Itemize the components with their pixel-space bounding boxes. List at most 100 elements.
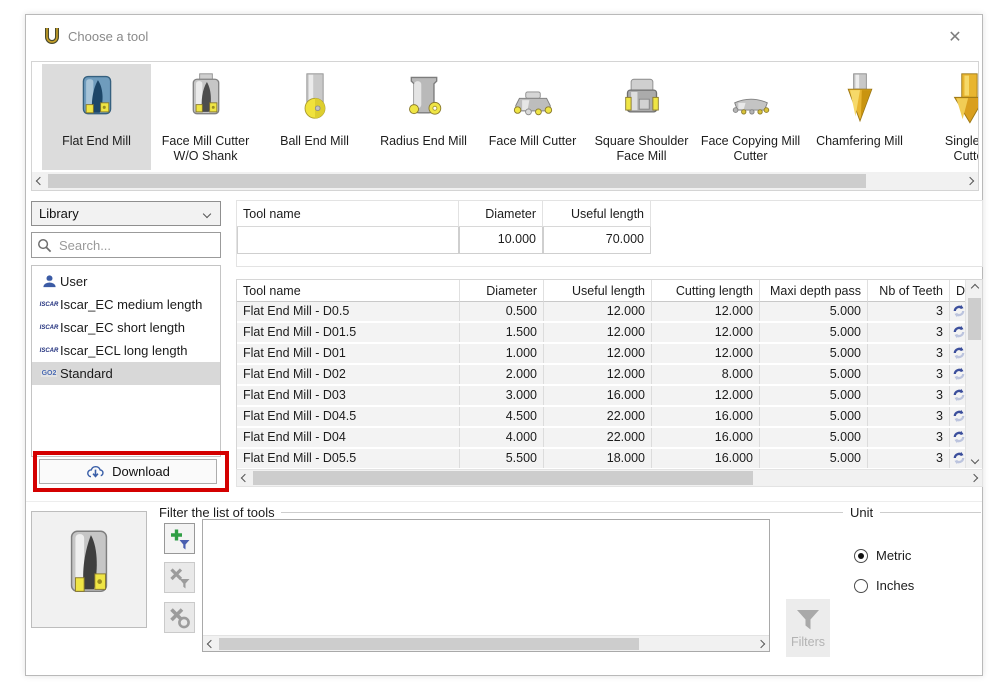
section-divider (26, 501, 982, 502)
tool-type-face-mill-wo-shank[interactable]: Face Mill Cutter W/O Shank (151, 64, 260, 170)
scroll-left-icon[interactable] (203, 635, 219, 653)
criteria-useful-length-value[interactable]: 70.000 (543, 227, 651, 254)
table-row[interactable]: Flat End Mill - D04 4.000 22.000 16.000 … (237, 428, 982, 449)
library-item-label: Iscar_EC short length (60, 320, 185, 335)
tool-type-items: Flat End Mill Face Mill Cutter W/O Shank… (32, 64, 978, 170)
col-maxi-depth-pass[interactable]: Maxi depth pass (759, 280, 867, 302)
unit-option-inches[interactable]: Inches (854, 578, 914, 593)
tool-type-square-shoulder-face-mill[interactable]: Square Shoulder Face Mill (587, 64, 696, 170)
tool-type-face-copying-mill-cutter[interactable]: Face Copying Mill Cutter (696, 64, 805, 170)
strip-scroll-left-icon[interactable] (32, 172, 48, 190)
selected-tool-preview-image (58, 527, 120, 613)
scroll-up-icon[interactable] (966, 280, 983, 296)
filter-list[interactable] (202, 519, 770, 652)
remove-filter-button[interactable] (164, 562, 195, 593)
cell-teeth: 3 (867, 428, 949, 447)
library-item-label: Iscar_ECL long length (60, 343, 187, 358)
filters-button[interactable]: Filters (786, 599, 830, 657)
tool-type-single-angle-cutter[interactable]: Single-ACutte (914, 64, 978, 170)
go2-logo-icon: GO2 (38, 370, 60, 377)
tool-type-label: Chamfering Mill (805, 134, 914, 149)
col-tool-name[interactable]: Tool name (237, 280, 459, 302)
scroll-right-icon[interactable] (753, 635, 769, 653)
rotation-direction-icon (949, 449, 965, 468)
download-label: Download (112, 464, 170, 479)
cell-tool-name: Flat End Mill - D02 (237, 365, 459, 384)
tool-type-chamfering-mill[interactable]: Chamfering Mill (805, 64, 914, 170)
cell-cutting: 12.000 (651, 344, 759, 363)
title-bar[interactable]: Choose a tool ✕ (26, 15, 982, 59)
criteria-header-useful-length: Useful length (543, 201, 651, 227)
table-vertical-scrollbar[interactable] (965, 280, 982, 468)
search-input[interactable] (57, 237, 207, 254)
radio-unselected-icon[interactable] (854, 579, 868, 593)
library-item-user[interactable]: User (32, 270, 220, 293)
criteria-header-diameter: Diameter (459, 201, 543, 227)
criteria-diameter-value[interactable]: 10.000 (459, 227, 543, 254)
library-item-standard[interactable]: GO2 Standard (32, 362, 220, 385)
close-icon[interactable]: ✕ (942, 25, 968, 49)
col-diameter[interactable]: Diameter (459, 280, 543, 302)
scroll-right-icon[interactable] (966, 469, 982, 487)
cell-tool-name: Flat End Mill - D0.5 (237, 302, 459, 321)
ball-end-mill-icon (260, 66, 369, 132)
screenshot-canvas: Choose a tool ✕ Flat End Mill Face Mill … (0, 0, 1007, 690)
scroll-down-icon[interactable] (966, 452, 983, 468)
table-row[interactable]: Flat End Mill - D04.5 4.500 22.000 16.00… (237, 407, 982, 428)
table-row[interactable]: Flat End Mill - D01 1.000 12.000 12.000 … (237, 344, 982, 365)
unit-option-label: Inches (876, 578, 914, 593)
library-item-iscar-ecl-long[interactable]: ISCAR Iscar_ECL long length (32, 339, 220, 362)
criteria-tool-name-input[interactable] (244, 227, 452, 253)
scroll-left-icon[interactable] (237, 469, 253, 487)
strip-scroll-thumb[interactable] (48, 174, 866, 188)
tool-type-face-mill-cutter[interactable]: Face Mill Cutter (478, 64, 587, 170)
add-filter-button[interactable] (164, 523, 195, 554)
cell-teeth: 3 (867, 365, 949, 384)
window-title: Choose a tool (68, 29, 148, 44)
unit-option-metric[interactable]: Metric (854, 548, 911, 563)
table-row[interactable]: Flat End Mill - D01.5 1.500 12.000 12.00… (237, 323, 982, 344)
filter-list-scrollbar[interactable] (203, 635, 769, 651)
tool-type-ball-end-mill[interactable]: Ball End Mill (260, 64, 369, 170)
library-item-iscar-ec-short[interactable]: ISCAR Iscar_EC short length (32, 316, 220, 339)
tool-type-flat-end-mill[interactable]: Flat End Mill (42, 64, 151, 170)
clear-filters-button[interactable] (164, 602, 195, 633)
cell-useful: 12.000 (543, 365, 651, 384)
col-direction[interactable]: Di (949, 280, 965, 302)
library-item-label: Iscar_EC medium length (60, 297, 202, 312)
col-useful-length[interactable]: Useful length (543, 280, 651, 302)
strip-scrollbar[interactable] (32, 172, 978, 190)
search-box[interactable] (31, 232, 221, 258)
download-button[interactable]: Download (39, 459, 217, 484)
hscroll-thumb[interactable] (253, 471, 753, 485)
cell-maxi: 5.000 (759, 449, 867, 468)
table-row[interactable]: Flat End Mill - D03 3.000 16.000 12.000 … (237, 386, 982, 407)
remove-filter-icon (169, 567, 191, 589)
col-cutting-length[interactable]: Cutting length (651, 280, 759, 302)
cell-tool-name: Flat End Mill - D03 (237, 386, 459, 405)
vscroll-thumb[interactable] (968, 298, 981, 340)
filter-list-scroll-thumb[interactable] (219, 638, 639, 650)
rotation-direction-icon (949, 302, 965, 321)
filter-group-label: Filter the list of tools (159, 505, 275, 520)
table-row[interactable]: Flat End Mill - D05.5 5.500 18.000 16.00… (237, 449, 982, 468)
radio-selected-icon[interactable] (854, 549, 868, 563)
cell-maxi: 5.000 (759, 428, 867, 447)
cell-useful: 16.000 (543, 386, 651, 405)
table-horizontal-scrollbar[interactable] (236, 469, 983, 487)
cell-cutting: 16.000 (651, 407, 759, 426)
library-combobox[interactable]: Library (31, 201, 221, 226)
library-item-iscar-ec-medium[interactable]: ISCAR Iscar_EC medium length (32, 293, 220, 316)
tool-type-radius-end-mill[interactable]: Radius End Mill (369, 64, 478, 170)
cell-teeth: 3 (867, 302, 949, 321)
strip-scroll-right-icon[interactable] (962, 172, 978, 190)
rotation-direction-icon (949, 407, 965, 426)
table-row[interactable]: Flat End Mill - D02 2.000 12.000 8.000 5… (237, 365, 982, 386)
clear-filters-icon (169, 607, 191, 629)
table-row[interactable]: Flat End Mill - D0.5 0.500 12.000 12.000… (237, 302, 982, 323)
col-nb-of-teeth[interactable]: Nb of Teeth (867, 280, 949, 302)
cell-maxi: 5.000 (759, 302, 867, 321)
cloud-download-icon (86, 464, 105, 479)
cell-diameter: 2.000 (459, 365, 543, 384)
library-item-label: Standard (60, 366, 113, 381)
